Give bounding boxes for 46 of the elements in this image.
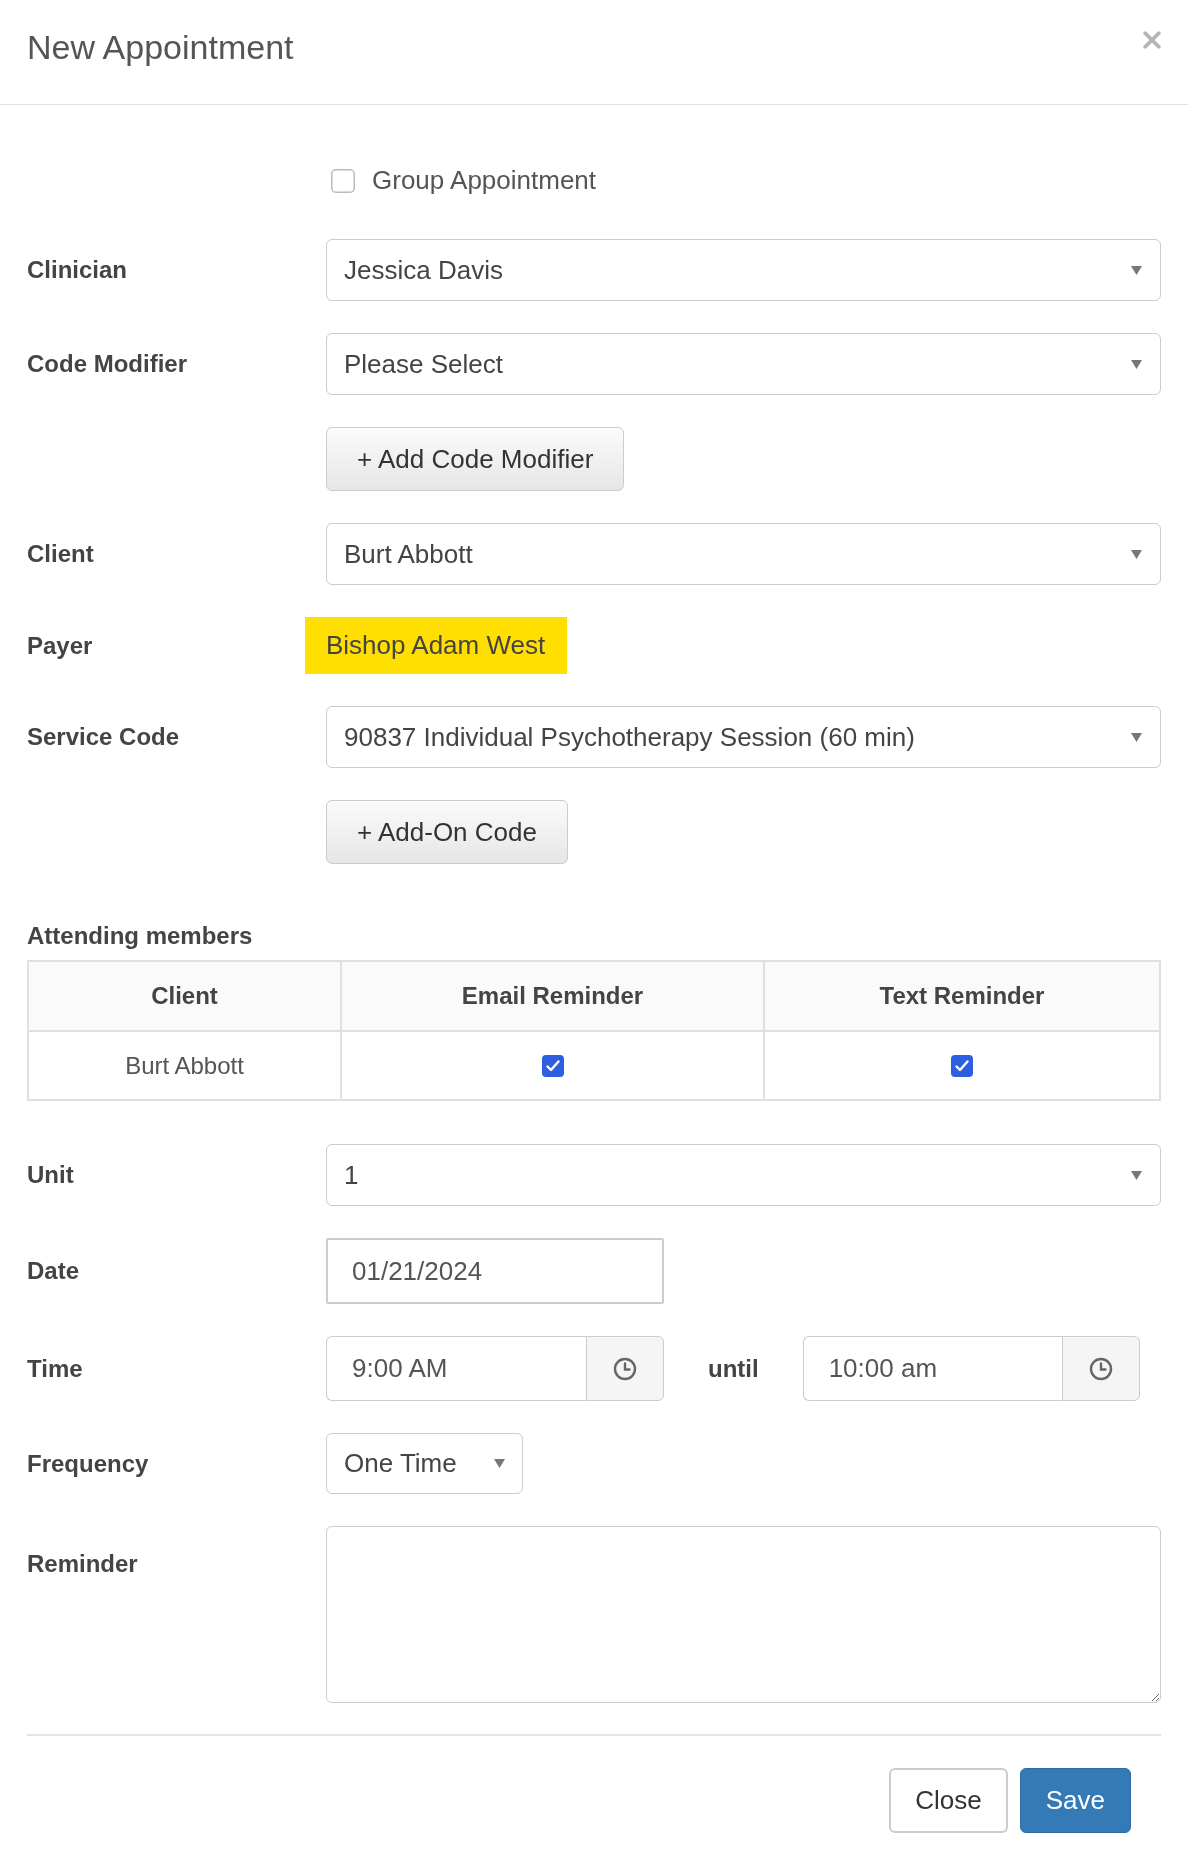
field-label: Date — [27, 1257, 80, 1284]
checkbox[interactable] — [951, 1054, 973, 1077]
field-label: Time — [27, 1354, 83, 1382]
select-field[interactable]: One Time — [326, 1433, 523, 1494]
field-label: Clinician — [27, 256, 128, 283]
table-cell: Burt Abbott — [28, 1031, 341, 1100]
dialog-title: New Appointment — [27, 26, 294, 68]
select-field[interactable]: Jessica Davis — [326, 239, 1161, 301]
clock-icon — [1088, 1356, 1113, 1381]
time-field[interactable]: 9:00 AM — [326, 1336, 586, 1401]
clock-icon — [613, 1356, 637, 1381]
time-picker-button[interactable] — [586, 1336, 664, 1401]
reminder-field[interactable] — [326, 1526, 1161, 1703]
field-label: Service Code — [27, 723, 180, 750]
column-header: Client — [28, 961, 341, 1031]
select-field[interactable]: 90837 Individual Psychotherapy Session (60 min) — [326, 706, 1161, 768]
select-field[interactable]: Burt Abbott — [326, 523, 1161, 585]
column-header: Text Reminder — [764, 961, 1160, 1031]
add-button[interactable]: + Add Code Modifier — [326, 427, 625, 491]
select-field[interactable]: 1 — [326, 1144, 1161, 1206]
checkbox[interactable] — [541, 1054, 564, 1077]
caret-icon — [1131, 265, 1142, 275]
until-label: until — [708, 1353, 759, 1384]
checkbox-label: Group Appointment — [372, 164, 597, 197]
payer-name: Bishop Adam West — [305, 617, 568, 674]
caret-icon — [494, 1459, 505, 1468]
field-label: Payer — [27, 631, 93, 659]
caret-icon — [1131, 359, 1142, 369]
caret-icon — [1131, 1170, 1142, 1180]
field-label: Reminder — [27, 1550, 138, 1577]
close-button[interactable]: Close — [889, 1768, 1008, 1833]
date-field[interactable]: 01/21/2024 — [326, 1238, 664, 1304]
add-button[interactable]: + Add-On Code — [326, 800, 568, 864]
column-header: Email Reminder — [341, 961, 764, 1031]
caret-icon — [1131, 549, 1142, 559]
time-field[interactable]: 10:00 am — [802, 1336, 1062, 1401]
field-label: Frequency — [27, 1449, 149, 1477]
save-button[interactable]: Save — [1019, 1768, 1131, 1833]
caret-icon — [1131, 732, 1142, 742]
field-label: Unit — [27, 1161, 74, 1188]
time-picker-button[interactable] — [1061, 1336, 1140, 1401]
field-label: Code Modifier — [27, 350, 187, 377]
checkbox[interactable] — [331, 168, 355, 193]
section-title: Attending members — [27, 921, 254, 951]
select-field[interactable]: Please Select — [326, 333, 1161, 395]
field-label: Client — [27, 540, 94, 567]
